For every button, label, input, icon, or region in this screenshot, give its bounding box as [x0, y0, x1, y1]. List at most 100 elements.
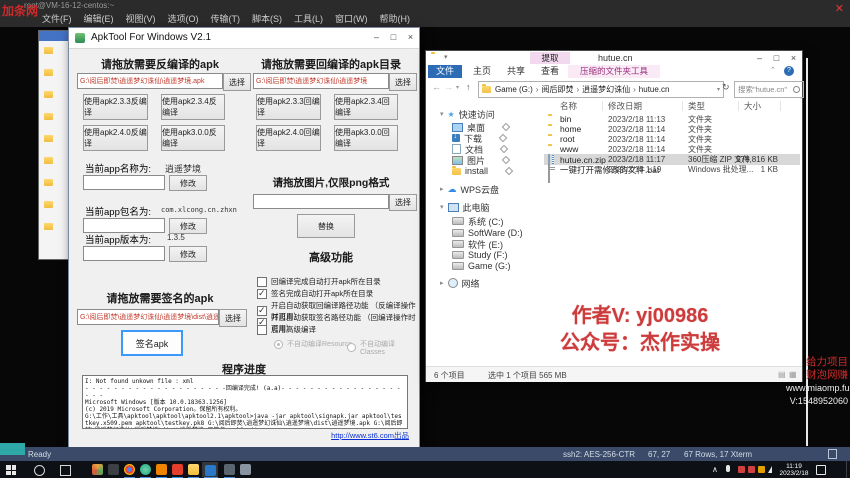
task-view-button[interactable] — [60, 465, 71, 476]
sign-apk-button[interactable]: 签名apk — [121, 330, 183, 356]
app-name-modify-button[interactable]: 修改 — [169, 175, 207, 191]
session-folder-icon[interactable] — [44, 91, 53, 98]
publisher-link[interactable]: http://www.st6.com出品 — [309, 430, 409, 441]
taskbar-app-1-icon[interactable] — [92, 464, 103, 475]
menu-item-view[interactable]: 视图(V) — [126, 12, 156, 25]
chevron-right-icon[interactable]: ▸ — [440, 185, 444, 193]
nav-downloads[interactable]: 下载 — [452, 133, 506, 143]
tray-expand-icon[interactable]: ∧ — [712, 465, 718, 474]
tab-view[interactable]: 查看 — [534, 65, 566, 78]
search-input[interactable]: 搜索"hutue.cn" — [734, 81, 804, 98]
taskbar-active-app[interactable] — [202, 462, 218, 477]
nav-network[interactable]: ▸ 网络 — [440, 278, 480, 288]
maximize-icon[interactable]: □ — [768, 51, 785, 64]
tab-file[interactable]: 文件 — [428, 65, 462, 78]
image-path-input[interactable] — [253, 194, 389, 209]
nav-desktop[interactable]: 桌面 — [452, 122, 509, 132]
search-icon[interactable] — [793, 86, 800, 93]
session-folder-icon[interactable] — [44, 69, 53, 76]
menu-item-help[interactable]: 帮助(H) — [380, 12, 411, 25]
apktool-titlebar[interactable]: ApkTool For Windows V2.1 – □ × — [69, 28, 419, 49]
session-folder-icon[interactable] — [44, 113, 53, 120]
file-name[interactable]: root — [560, 134, 575, 144]
nav-quick-access[interactable]: ▾ ★ 快速访问 — [440, 109, 495, 119]
decompile-3.0.0-button[interactable]: 使用apk3.0.0反编译 — [161, 125, 225, 151]
network-icon[interactable] — [768, 466, 772, 473]
checkbox-icon[interactable] — [257, 277, 267, 287]
taskbar-clock[interactable]: 11:19 2023/2/18 — [778, 463, 810, 477]
checkbox-icon[interactable] — [257, 325, 267, 335]
forward-icon[interactable]: → — [444, 82, 453, 92]
nav-pictures[interactable]: 图片 — [452, 155, 509, 165]
recompile-path-input[interactable]: G:\阅后即焚\逍遥梦幻诛仙\逍遥梦境 — [253, 73, 389, 89]
image-replace-button[interactable]: 替换 — [297, 214, 355, 238]
view-list-icon[interactable]: ▤ — [778, 370, 786, 379]
column-header-type[interactable]: 类型 — [688, 101, 705, 111]
file-name[interactable]: www — [560, 144, 578, 154]
menu-item-script[interactable]: 脚本(S) — [252, 12, 282, 25]
nav-drive-f[interactable]: Study (F:) — [452, 250, 508, 260]
close-icon[interactable]: × — [785, 51, 802, 64]
taskbar-app-5-icon[interactable] — [156, 464, 167, 475]
help-icon[interactable]: ? — [784, 66, 794, 76]
progress-log[interactable]: I: Not found unkown file : xml - - - - -… — [82, 375, 408, 429]
show-desktop-button[interactable] — [846, 461, 847, 478]
column-header-date[interactable]: 修改日期 — [608, 101, 642, 111]
column-header-size[interactable]: 大小 — [744, 101, 761, 111]
recompile-2.3.3-button[interactable]: 使用apk2.3.3回编译 — [256, 94, 321, 120]
app-pkg-input[interactable] — [83, 218, 165, 233]
explorer-titlebar[interactable]: ▾ 提取 hutue.cn – □ × — [426, 51, 802, 65]
breadcrumb-current[interactable]: hutue.cn — [639, 85, 670, 94]
start-button[interactable] — [6, 465, 16, 475]
menu-item-options[interactable]: 选项(O) — [168, 12, 199, 25]
up-icon[interactable]: ↑ — [466, 82, 471, 92]
tab-share[interactable]: 共享 — [500, 65, 532, 78]
nav-this-pc[interactable]: ▾ 此电脑 — [440, 202, 490, 212]
menu-item-file[interactable]: 文件(F) — [42, 12, 72, 25]
tray-security-icon[interactable] — [738, 466, 745, 473]
taskbar-app-10-icon[interactable] — [240, 464, 251, 475]
app-ver-modify-button[interactable]: 修改 — [169, 246, 207, 262]
option-open-after-sign[interactable]: 签名完成自动打开apk所在目录 — [257, 288, 373, 299]
sign-path-input[interactable]: G:\阅后即焚\逍遥梦幻诛仙\逍遥梦境\dist\逍遥梦境.apk — [77, 309, 219, 325]
recompile-3.0.0-button[interactable]: 使用apk3.0.0回编译 — [334, 125, 398, 151]
breadcrumb-drive[interactable]: Game (G:) — [495, 85, 541, 94]
nav-drive-e[interactable]: 软件 (E:) — [452, 239, 503, 249]
recompile-choose-button[interactable]: 选择 — [389, 73, 417, 91]
breadcrumb[interactable]: Game (G:) 阅后即焚 逍遥梦幻诛仙 hutue.cn ▾ — [478, 81, 724, 98]
table-row[interactable]: 一键打开需修改的文件.bat 2023/2/18 1:19 Windows 批处… — [544, 98, 800, 116]
decompile-2.3.4-button[interactable]: 使用apk2.3.4反编译 — [161, 94, 225, 120]
column-header-name[interactable]: 名称 — [560, 101, 577, 111]
menu-item-edit[interactable]: 编辑(E) — [84, 12, 114, 25]
recompile-2.4.0-button[interactable]: 使用apk2.4.0回编译 — [256, 125, 321, 151]
file-name[interactable]: bin — [560, 114, 571, 124]
option-open-after-recompile[interactable]: 回编译完成自动打开apk所在目录 — [257, 276, 381, 287]
checkbox-icon[interactable] — [257, 289, 267, 299]
notification-center-icon[interactable] — [816, 465, 826, 475]
session-folder-icon[interactable] — [44, 47, 53, 54]
nav-documents[interactable]: 文档 — [452, 144, 507, 154]
image-choose-button[interactable]: 选择 — [389, 194, 417, 211]
decompile-2.3.3-button[interactable]: 使用apk2.3.3反编译 — [83, 94, 148, 120]
taskbar-app-9-icon[interactable] — [224, 464, 235, 475]
nav-wps-cloud[interactable]: ▸ ☁ WPS云盘 — [440, 184, 499, 194]
tray-update-icon[interactable] — [758, 466, 765, 473]
tab-home[interactable]: 主页 — [466, 65, 498, 78]
taskbar-app-6-icon[interactable] — [172, 464, 183, 475]
taskbar-explorer-icon[interactable] — [188, 464, 199, 475]
taskbar-app-4-icon[interactable] — [140, 464, 151, 475]
app-pkg-modify-button[interactable]: 修改 — [169, 218, 207, 234]
breadcrumb-folder-2[interactable]: 逍遥梦幻诛仙 — [582, 84, 639, 95]
minimize-icon[interactable]: – — [751, 51, 768, 64]
app-name-input[interactable] — [83, 175, 165, 190]
qat-customize-icon[interactable]: ▾ — [444, 53, 448, 61]
refresh-icon[interactable]: ↻ — [722, 82, 730, 93]
sign-choose-button[interactable]: 选择 — [219, 309, 247, 327]
chevron-down-icon[interactable]: ▾ — [440, 110, 444, 118]
nav-install[interactable]: install — [452, 166, 512, 176]
session-folder-icon[interactable] — [44, 135, 53, 142]
menu-item-window[interactable]: 窗口(W) — [335, 12, 368, 25]
cortana-button[interactable] — [34, 465, 45, 476]
decompile-2.4.0-button[interactable]: 使用apk2.4.0反编译 — [83, 125, 148, 151]
tray-alert-icon[interactable] — [748, 466, 755, 473]
